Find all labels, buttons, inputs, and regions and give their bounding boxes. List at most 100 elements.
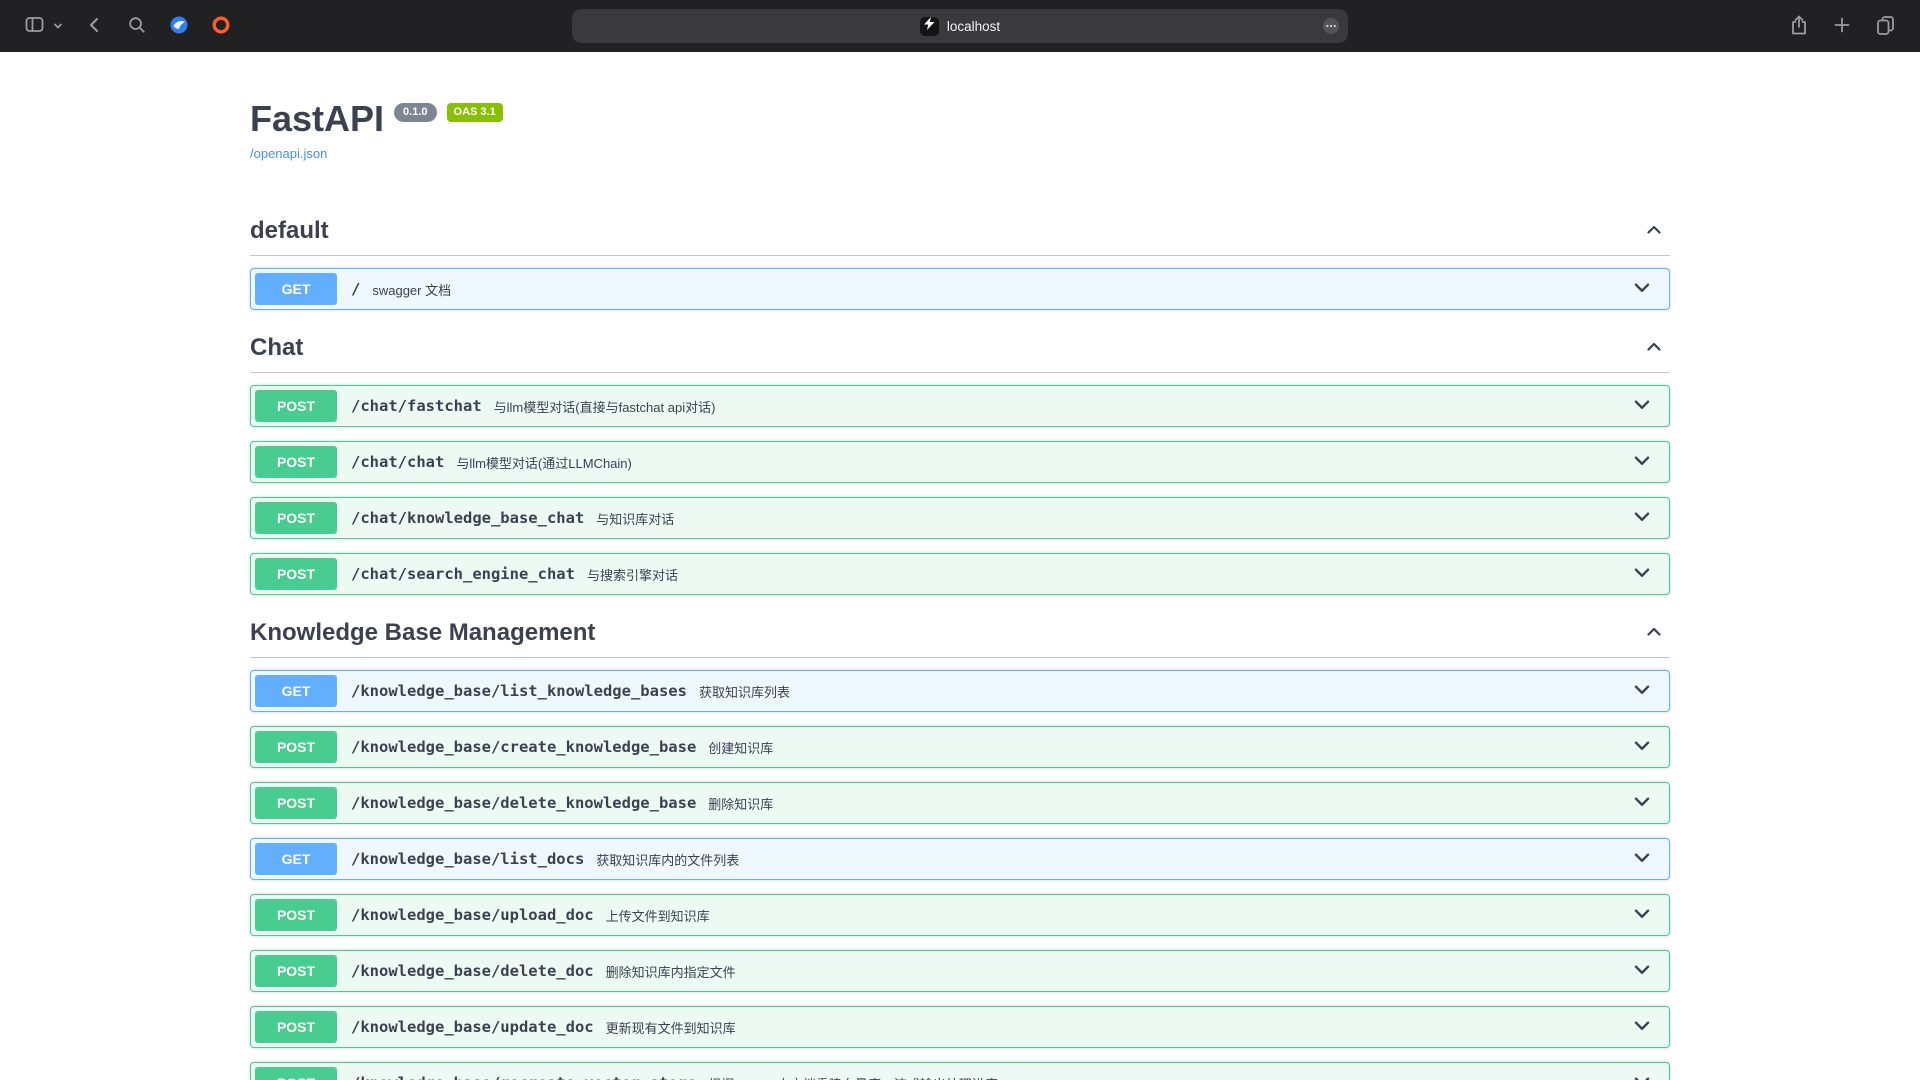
swagger-page: FastAPI 0.1.0 OAS 3.1 /openapi.json defa…	[0, 52, 1920, 1080]
sidebar-toggle-button[interactable]	[22, 12, 47, 40]
page-title: FastAPI 0.1.0 OAS 3.1	[250, 98, 1670, 140]
operation-path: /chat/chat	[351, 453, 444, 471]
operation-row[interactable]: POST /chat/knowledge_base_chat 与知识库对话	[250, 497, 1670, 539]
operation-summary: 获取知识库内的文件列表	[596, 850, 739, 869]
plus-icon	[1833, 16, 1851, 37]
extension-button-blue[interactable]	[167, 13, 191, 40]
sidebar-icon	[24, 14, 45, 38]
section-header[interactable]: default	[250, 207, 1670, 256]
blue-bird-extension-icon	[169, 15, 189, 38]
operation-row[interactable]: POST /chat/fastchat 与llm模型对话(直接与fastchat…	[250, 385, 1670, 427]
operation-path: /knowledge_base/delete_knowledge_base	[351, 794, 696, 812]
search-button[interactable]	[125, 13, 149, 40]
section-title: default	[250, 217, 329, 245]
share-button[interactable]	[1787, 12, 1811, 41]
chevron-down-icon	[1631, 277, 1653, 302]
operation-row[interactable]: POST /knowledge_base/create_knowledge_ba…	[250, 726, 1670, 768]
section-header[interactable]: Knowledge Base Management	[250, 609, 1670, 658]
operation-row[interactable]: POST /knowledge_base/upload_doc 上传文件到知识库	[250, 894, 1670, 936]
section-header[interactable]: Chat	[250, 324, 1670, 373]
operation-row[interactable]: GET /knowledge_base/list_knowledge_bases…	[250, 670, 1670, 712]
operation-expand-button[interactable]	[1625, 562, 1659, 587]
method-badge: GET	[255, 273, 337, 305]
browser-toolbar: localhost	[0, 0, 1920, 52]
tab-overview-button[interactable]	[1873, 12, 1898, 40]
operation-summary: 与llm模型对话(直接与fastchat api对话)	[494, 397, 716, 416]
method-badge: POST	[255, 446, 337, 478]
operation-summary: 根据content中文档重建向量库，流式输出处理进度。	[708, 1074, 1011, 1080]
operation-expand-button[interactable]	[1625, 450, 1659, 475]
method-badge: POST	[255, 1067, 337, 1080]
operation-summary: 创建知识库	[708, 738, 773, 757]
chevron-down-icon	[1631, 959, 1653, 984]
chevron-down-icon	[1631, 450, 1653, 475]
operation-expand-button[interactable]	[1625, 735, 1659, 760]
api-section: default GET / swagger 文档	[250, 207, 1670, 310]
operation-expand-button[interactable]	[1625, 394, 1659, 419]
back-button[interactable]	[83, 13, 107, 40]
new-tab-button[interactable]	[1831, 14, 1853, 39]
operation-summary: 获取知识库列表	[699, 682, 790, 701]
method-badge: POST	[255, 502, 337, 534]
search-icon	[127, 15, 147, 38]
operation-row[interactable]: POST /knowledge_base/update_doc 更新现有文件到知…	[250, 1006, 1670, 1048]
operation-path: /knowledge_base/list_knowledge_bases	[351, 682, 687, 700]
operation-expand-button[interactable]	[1625, 1015, 1659, 1040]
operation-expand-button[interactable]	[1625, 679, 1659, 704]
sections: default GET / swagger 文档 Chat	[250, 207, 1670, 1080]
operation-summary: 与搜索引擎对话	[587, 565, 678, 584]
api-section: Knowledge Base Management GET /knowledge…	[250, 609, 1670, 1080]
operation-expand-button[interactable]	[1625, 903, 1659, 928]
address-bar[interactable]: localhost	[572, 9, 1348, 43]
operation-row[interactable]: GET /knowledge_base/list_docs 获取知识库内的文件列…	[250, 838, 1670, 880]
method-badge: GET	[255, 675, 337, 707]
operation-summary: 删除知识库内指定文件	[606, 962, 736, 981]
operation-row[interactable]: POST /chat/search_engine_chat 与搜索引擎对话	[250, 553, 1670, 595]
operation-path: /chat/fastchat	[351, 397, 482, 415]
chevron-down-icon	[1631, 735, 1653, 760]
api-title: FastAPI	[250, 98, 384, 140]
back-icon	[85, 15, 105, 38]
api-section: Chat POST /chat/fastchat 与llm模型对话(直接与fas…	[250, 324, 1670, 595]
sidebar-menu-button[interactable]	[51, 17, 65, 36]
operation-row[interactable]: GET / swagger 文档	[250, 268, 1670, 310]
section-title: Knowledge Base Management	[250, 619, 595, 647]
section-collapse-button[interactable]	[1638, 622, 1670, 645]
operation-row[interactable]: POST /knowledge_base/delete_knowledge_ba…	[250, 782, 1670, 824]
operation-summary: swagger 文档	[372, 280, 451, 299]
operation-row[interactable]: POST /knowledge_base/delete_doc 删除知识库内指定…	[250, 950, 1670, 992]
operation-path: /knowledge_base/create_knowledge_base	[351, 738, 696, 756]
operations: POST /chat/fastchat 与llm模型对话(直接与fastchat…	[250, 373, 1670, 595]
operation-path: /knowledge_base/recreate_vector_store	[351, 1074, 696, 1080]
chevron-up-icon	[1644, 220, 1664, 243]
section-title: Chat	[250, 334, 303, 362]
page-settings-button[interactable]	[1321, 16, 1341, 39]
operation-row[interactable]: POST /chat/chat 与llm模型对话(通过LLMChain)	[250, 441, 1670, 483]
section-collapse-button[interactable]	[1638, 337, 1670, 360]
method-badge: POST	[255, 787, 337, 819]
operation-expand-button[interactable]	[1625, 959, 1659, 984]
bolt-icon	[924, 17, 935, 35]
method-badge: POST	[255, 390, 337, 422]
operation-summary: 上传文件到知识库	[606, 906, 710, 925]
address-text: localhost	[947, 19, 1000, 34]
toolbar-left-group	[22, 12, 233, 40]
chevron-up-icon	[1644, 337, 1664, 360]
extension-button-orange[interactable]	[209, 13, 233, 40]
chevron-down-icon	[1631, 506, 1653, 531]
api-info: FastAPI 0.1.0 OAS 3.1 /openapi.json	[250, 98, 1670, 163]
operation-expand-button[interactable]	[1625, 791, 1659, 816]
operation-expand-button[interactable]	[1625, 847, 1659, 872]
operations: GET / swagger 文档	[250, 256, 1670, 310]
operation-summary: 与llm模型对话(通过LLMChain)	[456, 453, 632, 472]
operation-row[interactable]: POST /knowledge_base/recreate_vector_sto…	[250, 1062, 1670, 1080]
method-badge: POST	[255, 955, 337, 987]
operation-expand-button[interactable]	[1625, 1071, 1659, 1080]
ellipsis-circle-icon	[1321, 16, 1341, 39]
section-collapse-button[interactable]	[1638, 220, 1670, 243]
chevron-down-icon	[1631, 1071, 1653, 1080]
openapi-spec-link[interactable]: /openapi.json	[250, 146, 327, 161]
operation-expand-button[interactable]	[1625, 506, 1659, 531]
operation-path: /chat/search_engine_chat	[351, 565, 575, 583]
operation-expand-button[interactable]	[1625, 277, 1659, 302]
